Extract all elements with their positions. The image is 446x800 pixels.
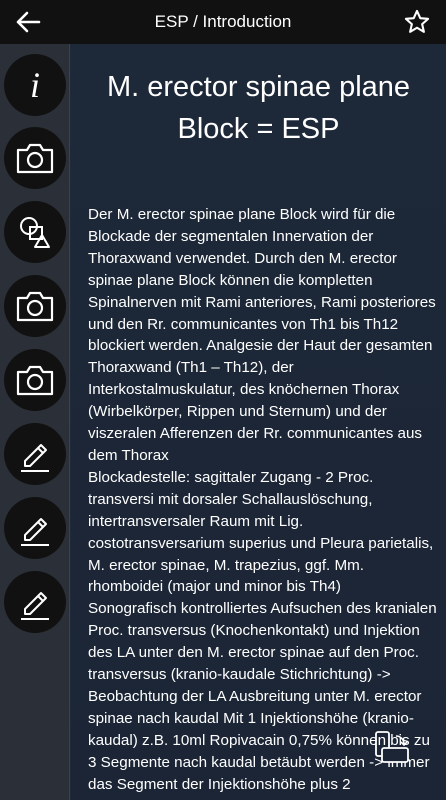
article-body: Der M. erector spinae plane Block wird f… xyxy=(88,206,437,793)
sidebar-item-camera-1[interactable] xyxy=(4,127,66,189)
content-area[interactable]: M. erector spinae plane Block = ESP Der … xyxy=(71,44,446,800)
sidebar-item-info[interactable]: i xyxy=(4,54,66,116)
screen-rotate-icon xyxy=(375,731,409,763)
star-outline-icon xyxy=(404,9,430,33)
sidebar-item-shapes[interactable] xyxy=(4,201,66,263)
arrow-left-icon xyxy=(16,11,41,33)
sidebar-item-note-1[interactable] xyxy=(4,423,66,485)
camera-icon xyxy=(16,365,54,396)
pencil-icon xyxy=(21,592,49,620)
article-title: M. erector spinae plane Block = ESP xyxy=(106,71,411,145)
camera-icon xyxy=(16,291,54,322)
pencil-icon xyxy=(21,444,49,472)
sidebar-item-camera-3[interactable] xyxy=(4,349,66,411)
back-button[interactable] xyxy=(10,6,46,38)
sidebar-item-camera-2[interactable] xyxy=(4,275,66,337)
screen-rotate-button[interactable] xyxy=(372,728,412,768)
favorite-button[interactable] xyxy=(400,5,434,39)
pencil-icon xyxy=(21,518,49,546)
sidebar-item-note-2[interactable] xyxy=(4,497,66,559)
shapes-icon xyxy=(20,217,50,248)
page-title-bar: ESP / Introduction xyxy=(154,12,292,31)
info-icon: i xyxy=(29,65,40,105)
camera-icon xyxy=(16,143,54,174)
sidebar: i xyxy=(0,44,70,800)
sidebar-item-note-3[interactable] xyxy=(4,571,66,633)
app-bar: ESP / Introduction xyxy=(0,0,446,44)
